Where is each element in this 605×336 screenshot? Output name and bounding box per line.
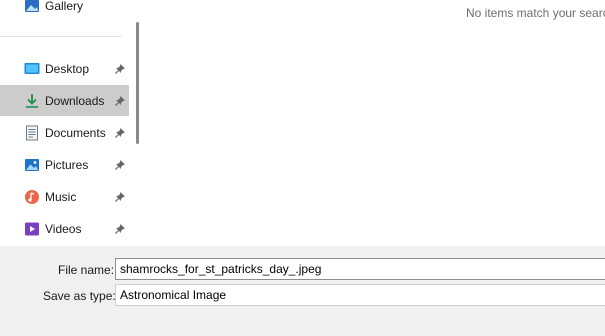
scrollbar[interactable] (136, 22, 139, 144)
pin-icon[interactable] (114, 159, 126, 171)
music-icon (24, 189, 40, 205)
documents-icon (24, 125, 40, 141)
sidebar-item-label: Pictures (45, 157, 89, 172)
sidebar-item-label: Videos (45, 221, 82, 236)
sidebar-item-label: Desktop (45, 61, 90, 76)
pin-icon[interactable] (114, 95, 126, 107)
sidebar-item-label: Downloads (45, 93, 105, 108)
sidebar-item-videos[interactable]: Videos (0, 213, 129, 244)
sidebar-item-label: Documents (45, 125, 106, 140)
file-name-label: File name: (58, 263, 115, 277)
pin-icon[interactable] (114, 127, 126, 139)
file-name-input[interactable]: shamrocks_for_st_patricks_day_.jpeg (115, 258, 605, 280)
gallery-icon (24, 0, 40, 14)
pin-icon[interactable] (114, 191, 126, 203)
downloads-icon (24, 93, 40, 109)
save-as-type-label: Save as type: (43, 289, 116, 303)
sidebar-item-music[interactable]: Music (0, 181, 129, 212)
sidebar-item-label: Gallery (45, 0, 84, 13)
navigation-pane: Gallery Desktop Downloads Documents Pict… (0, 0, 130, 246)
sidebar-item-pictures[interactable]: Pictures (0, 149, 129, 180)
empty-message: No items match your search. (466, 6, 605, 20)
divider (0, 36, 122, 37)
sidebar-item-gallery[interactable]: Gallery (0, 0, 129, 21)
sidebar-item-label: Music (45, 189, 77, 204)
save-as-type-select[interactable]: Astronomical Image (115, 284, 605, 306)
videos-icon (24, 221, 40, 237)
sidebar-item-documents[interactable]: Documents (0, 117, 129, 148)
pin-icon[interactable] (114, 223, 126, 235)
desktop-icon (24, 61, 40, 77)
sidebar-item-desktop[interactable]: Desktop (0, 53, 129, 84)
pictures-icon (24, 157, 40, 173)
sidebar-item-downloads[interactable]: Downloads (0, 85, 129, 116)
pin-icon[interactable] (114, 63, 126, 75)
save-form: File name: shamrocks_for_st_patricks_day… (0, 246, 605, 336)
file-list-pane[interactable]: No items match your search. (146, 0, 605, 246)
